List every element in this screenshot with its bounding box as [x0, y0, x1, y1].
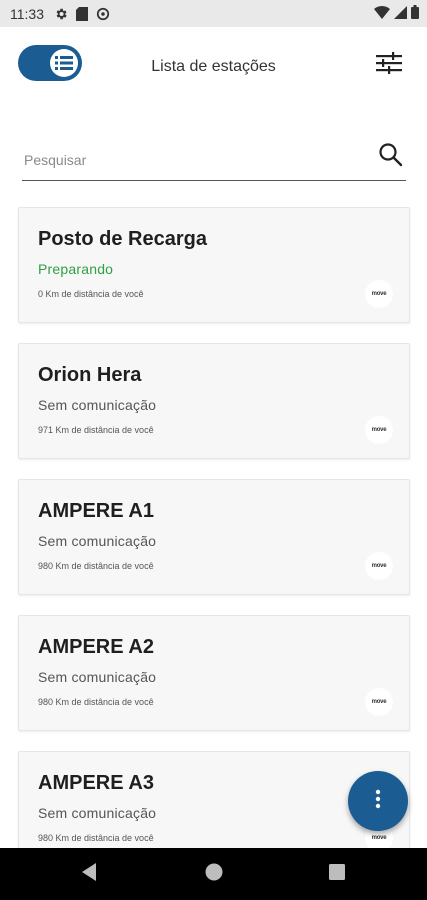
- station-distance: 980 Km de distância de você: [38, 697, 154, 707]
- search-icon[interactable]: [378, 142, 404, 168]
- station-distance: 971 Km de distância de você: [38, 425, 154, 435]
- station-name: Posto de Recarga: [38, 228, 207, 250]
- station-status: Preparando: [38, 261, 114, 277]
- recents-button[interactable]: [325, 862, 349, 886]
- search-bar: [22, 138, 406, 181]
- more-vert-icon: [375, 789, 381, 814]
- wifi-icon: [374, 5, 390, 22]
- operator-logo: move: [365, 280, 393, 308]
- filter-button[interactable]: [375, 51, 403, 79]
- home-icon: [205, 863, 223, 886]
- station-card[interactable]: Posto de Recarga Preparando 0 Km de dist…: [18, 207, 410, 323]
- status-bar: 11:33: [0, 0, 427, 27]
- station-card[interactable]: Orion Hera Sem comunicação 971 Km de dis…: [18, 343, 410, 459]
- app-bar: Lista de estações: [0, 27, 427, 107]
- back-icon: [82, 862, 98, 886]
- data-saver-icon: [96, 7, 110, 21]
- station-name: Orion Hera: [38, 364, 142, 386]
- station-status: Sem comunicação: [38, 533, 157, 549]
- station-distance: 0 Km de distância de você: [38, 289, 144, 299]
- station-status: Sem comunicação: [38, 669, 157, 685]
- operator-logo: move: [365, 688, 393, 716]
- status-right-icons: [374, 0, 419, 27]
- station-card[interactable]: AMPERE A2 Sem comunicação 980 Km de dist…: [18, 615, 410, 731]
- operator-logo: move: [365, 416, 393, 444]
- more-options-fab[interactable]: [348, 771, 408, 831]
- back-button[interactable]: [78, 862, 102, 886]
- status-time: 11:33: [10, 5, 44, 22]
- system-nav-bar: [0, 848, 427, 900]
- station-distance: 980 Km de distância de você: [38, 561, 154, 571]
- station-distance: 980 Km de distância de você: [38, 833, 154, 843]
- station-status: Sem comunicação: [38, 397, 157, 413]
- home-button[interactable]: [202, 862, 226, 886]
- search-input[interactable]: [22, 146, 366, 174]
- station-status: Sem comunicação: [38, 805, 157, 821]
- signal-icon: [394, 5, 407, 22]
- battery-icon: [411, 5, 419, 22]
- station-name: AMPERE A2: [38, 636, 154, 658]
- tune-icon: [376, 51, 402, 79]
- sim-card-icon: [76, 6, 88, 21]
- station-name: AMPERE A1: [38, 500, 154, 522]
- station-name: AMPERE A3: [38, 772, 154, 794]
- page-title: Lista de estações: [151, 58, 276, 75]
- station-card[interactable]: AMPERE A1 Sem comunicação 980 Km de dist…: [18, 479, 410, 595]
- recents-icon: [329, 863, 345, 885]
- operator-logo: move: [365, 552, 393, 580]
- settings-icon: [54, 7, 68, 21]
